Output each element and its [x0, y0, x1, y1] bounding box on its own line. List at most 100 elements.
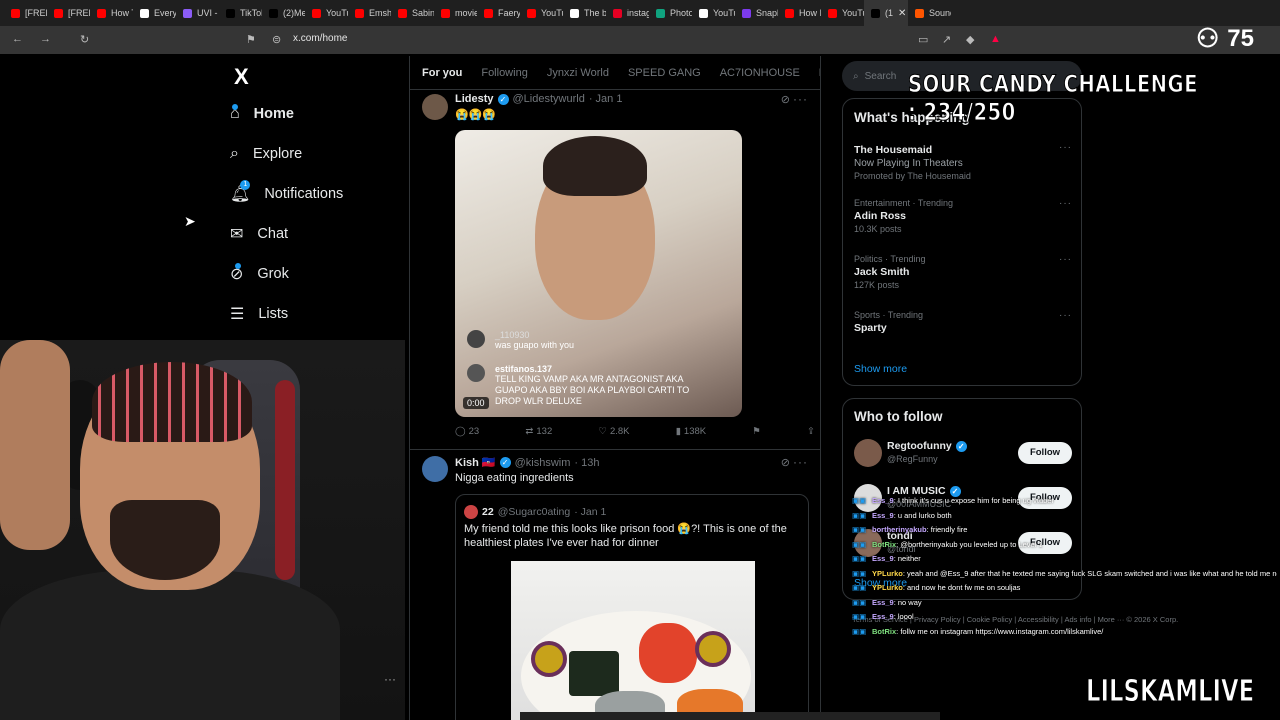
author-name[interactable]: Lidesty	[455, 93, 494, 105]
suggested-user[interactable]: Regtoofunny ✓	[887, 440, 967, 452]
reload-icon[interactable]: ↻	[80, 33, 89, 46]
list-icon: ☰	[230, 306, 245, 323]
browser-tab[interactable]: Every	[133, 0, 176, 26]
feed-tab[interactable]: Jynxzi World	[547, 67, 609, 79]
bookmark-page-icon[interactable]: ⚑	[246, 33, 256, 46]
browser-tab[interactable]: (2)Me	[262, 0, 305, 26]
browser-tab[interactable]: Snapl	[735, 0, 778, 26]
follow-button[interactable]: Follow	[1018, 442, 1072, 464]
trend-item[interactable]: Entertainment · Trending Adin Ross 10.3K p…	[854, 198, 1072, 234]
grok-icon[interactable]: ⊘	[781, 456, 790, 469]
feed-tab[interactable]: Bu	[819, 67, 820, 79]
tweet-time[interactable]: · Jan 1	[589, 93, 623, 105]
share-icon[interactable]: ↗	[942, 33, 951, 46]
share-button[interactable]: ⇪	[807, 426, 815, 437]
shield-icon[interactable]: ◆	[966, 33, 974, 46]
browser-tab[interactable]: The b	[563, 0, 606, 26]
site-info-icon[interactable]: ⊜	[272, 33, 281, 46]
tweet-text: 😭😭😭	[455, 109, 497, 121]
author-handle[interactable]: @Lidestywurld	[513, 93, 585, 105]
show-more-link[interactable]: Show more	[854, 363, 907, 375]
sidebar-item-notifications[interactable]: 🔔︎ 1 Notifications	[230, 178, 343, 210]
like-button[interactable]: ♡ 2.8K	[598, 426, 629, 437]
bookmark-icon: ⚑	[752, 426, 761, 437]
avatar[interactable]	[422, 456, 448, 482]
url-field[interactable]: x.com/home	[293, 33, 347, 44]
more-icon[interactable]: ···	[1059, 310, 1072, 321]
feed-tab[interactable]: SPEED GANG	[628, 67, 701, 79]
browser-tab[interactable]: How I	[778, 0, 821, 26]
more-icon[interactable]: ···	[1059, 198, 1072, 209]
shirt	[0, 570, 340, 720]
sidebar-item-chat[interactable]: ✉ Chat	[230, 218, 288, 250]
cast-icon[interactable]: ▭	[918, 33, 928, 46]
more-options-icon[interactable]: ···	[384, 672, 396, 686]
browser-tab[interactable]: [FREE]	[47, 0, 90, 26]
browser-tab[interactable]: (1 ✕	[864, 0, 908, 26]
sidebar-item-grok[interactable]: ⊘ Grok	[230, 258, 289, 290]
browser-tab[interactable]: instag	[606, 0, 649, 26]
stream-chat: ▣▣ Ess_9: I think it's cus u expose him f…	[852, 494, 1277, 639]
whats-happening-panel: What's happening The Housemaid Now Playin…	[842, 98, 1082, 386]
follow-suggestion[interactable]: Regtoofunny ✓ @RegFunny Follow	[854, 439, 1072, 469]
reply-button[interactable]: ◯ 23	[455, 426, 479, 437]
tweet-time[interactable]: · 13h	[574, 457, 599, 469]
more-icon[interactable]: ···	[793, 92, 808, 106]
back-icon[interactable]: ←	[12, 33, 23, 45]
browser-tab[interactable]: Sabin	[391, 0, 434, 26]
chat-username: Ess_9	[872, 554, 894, 563]
views-button[interactable]: ▮ 138K	[676, 426, 706, 437]
chat-text: : neither	[893, 554, 921, 563]
x-logo[interactable]: X	[234, 64, 249, 90]
chat-message: ▣▣ Ess_9: I think it's cus u expose him f…	[852, 494, 1277, 509]
browser-tab[interactable]: YouTu	[305, 0, 348, 26]
browser-tab[interactable]: YouTu	[821, 0, 864, 26]
browser-tab[interactable]: Emshe	[348, 0, 391, 26]
feed-tab[interactable]: AC7IONHOUSE	[720, 67, 800, 79]
browser-tab[interactable]: How T	[90, 0, 133, 26]
extension-icon[interactable]: ▲	[990, 33, 1001, 45]
bookmark-button[interactable]: ⚑	[752, 426, 761, 437]
trend-item[interactable]: Politics · Trending Jack Smith 127K posts ·…	[854, 254, 1072, 290]
tomato	[639, 623, 697, 683]
browser-tab[interactable]: [FREE]	[4, 0, 47, 26]
quoted-tweet[interactable]: 22 @Sugarc0ating · Jan 1 My friend told …	[455, 494, 809, 720]
browser-tab[interactable]: Faeryt	[477, 0, 520, 26]
more-icon[interactable]: ···	[1059, 254, 1072, 265]
commenter-name: estifanos.137	[495, 364, 553, 374]
avatar[interactable]	[422, 94, 448, 120]
trend-item[interactable]: Sports · Trending Sparty ···	[854, 310, 1072, 334]
browser-tab[interactable]: Photo	[649, 0, 692, 26]
mail-icon: ✉	[230, 226, 244, 243]
tweet[interactable]: Kish 🇭🇹 ✓ @kishswim · 13h ⊘ ··· Nigga ea…	[410, 452, 820, 720]
tweet-video[interactable]: _110930 was guapo with you estifanos.137…	[455, 130, 742, 417]
chat-badge-icon: ▣▣	[852, 626, 867, 636]
sidebar-item-home[interactable]: ⌂ Home	[230, 98, 294, 130]
trend-subtitle: Now Playing In Theaters	[854, 158, 963, 169]
sidebar-item-lists[interactable]: ☰ Lists	[230, 298, 288, 330]
more-icon[interactable]: ···	[793, 455, 808, 469]
browser-tab[interactable]: YouTu	[520, 0, 563, 26]
tab-favicon-icon	[355, 8, 364, 18]
tab-label: Emshe	[369, 8, 391, 18]
chat-username: Ess_9	[872, 510, 894, 520]
browser-tab[interactable]: UVI -	[176, 0, 219, 26]
tweet[interactable]: Lidesty ✓ @Lidestywurld · Jan 1 ⊘ ··· 😭😭…	[410, 90, 820, 450]
food-photo[interactable]	[511, 561, 755, 720]
sidebar-item-explore[interactable]: ⌕ Explore	[230, 138, 302, 170]
repost-button[interactable]: ⇄ 132	[525, 426, 552, 437]
grok-icon[interactable]: ⊘	[781, 93, 790, 106]
feed-tab[interactable]: Following	[481, 67, 527, 79]
browser-tab[interactable]: YouTu	[692, 0, 735, 26]
author-handle[interactable]: @kishswim	[515, 457, 571, 469]
author-name[interactable]: Kish 🇭🇹	[455, 456, 496, 469]
browser-tab[interactable]: movie	[434, 0, 477, 26]
browser-tab[interactable]: TikTok	[219, 0, 262, 26]
avatar[interactable]	[854, 439, 882, 467]
forward-icon[interactable]: →	[40, 33, 51, 45]
more-icon[interactable]: ···	[1059, 142, 1072, 153]
browser-tab[interactable]: Sound	[908, 0, 951, 26]
trend-item[interactable]: The Housemaid Now Playing In Theaters Prom…	[854, 142, 1072, 181]
feed-tab[interactable]: For you	[422, 67, 462, 79]
close-tab-icon[interactable]: ✕	[898, 8, 906, 19]
